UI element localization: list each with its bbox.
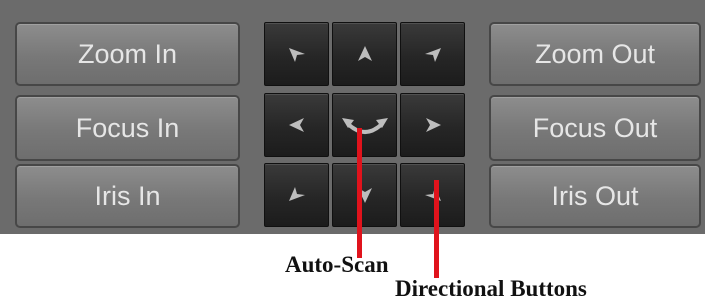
- pan-left-button[interactable]: [264, 93, 329, 157]
- pan-down-right-button[interactable]: [400, 163, 465, 227]
- auto-scan-label: Auto-Scan: [285, 252, 389, 277]
- pan-up-left-button[interactable]: [264, 22, 329, 86]
- zoom-in-button[interactable]: Zoom In: [15, 22, 240, 86]
- iris-out-button[interactable]: Iris Out: [489, 164, 701, 228]
- auto-scan-button[interactable]: [332, 93, 397, 157]
- zoom-out-button[interactable]: Zoom Out: [489, 22, 701, 86]
- arrow-down-right-icon: [424, 187, 441, 201]
- focus-in-button[interactable]: Focus In: [15, 95, 240, 161]
- focus-out-button[interactable]: Focus Out: [489, 95, 701, 161]
- auto-scan-icon: [341, 118, 388, 134]
- iris-in-button[interactable]: Iris In: [15, 164, 240, 228]
- auto-scan-callout-line: [357, 128, 362, 258]
- arrow-down-left-icon: [288, 187, 305, 201]
- pan-right-button[interactable]: [400, 93, 465, 157]
- pan-down-button[interactable]: [332, 163, 397, 227]
- directional-buttons-callout-line: [434, 180, 439, 278]
- pan-down-left-button[interactable]: [264, 163, 329, 227]
- pan-up-right-button[interactable]: [400, 22, 465, 86]
- arrow-up-right-icon: [424, 48, 441, 62]
- arrow-right-icon: [425, 118, 441, 132]
- directional-buttons-label: Directional Buttons: [395, 276, 587, 301]
- ptz-control-panel: Zoom In Focus In Iris In Zoom Out Focus …: [0, 0, 705, 234]
- arrow-up-icon: [357, 46, 372, 61]
- arrow-left-icon: [288, 118, 304, 132]
- pan-up-button[interactable]: [332, 22, 397, 86]
- arrow-up-left-icon: [288, 48, 305, 62]
